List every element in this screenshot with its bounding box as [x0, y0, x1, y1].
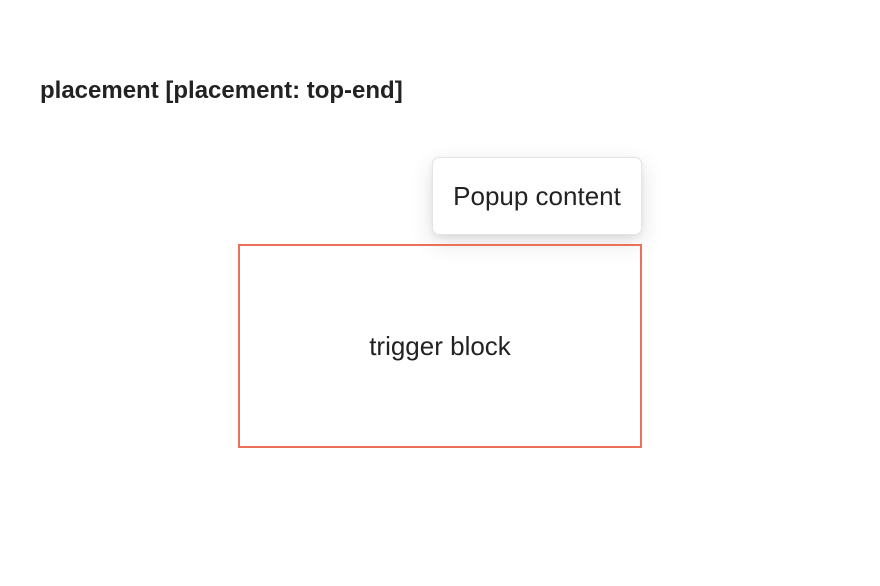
trigger-block[interactable]: trigger block	[238, 244, 642, 448]
demo-page: placement [placement: top-end] Popup con…	[0, 0, 880, 586]
popup: Popup content	[432, 157, 642, 235]
trigger-label: trigger block	[369, 330, 511, 361]
page-title: placement [placement: top-end]	[40, 77, 403, 104]
popup-content: Popup content	[453, 180, 621, 211]
